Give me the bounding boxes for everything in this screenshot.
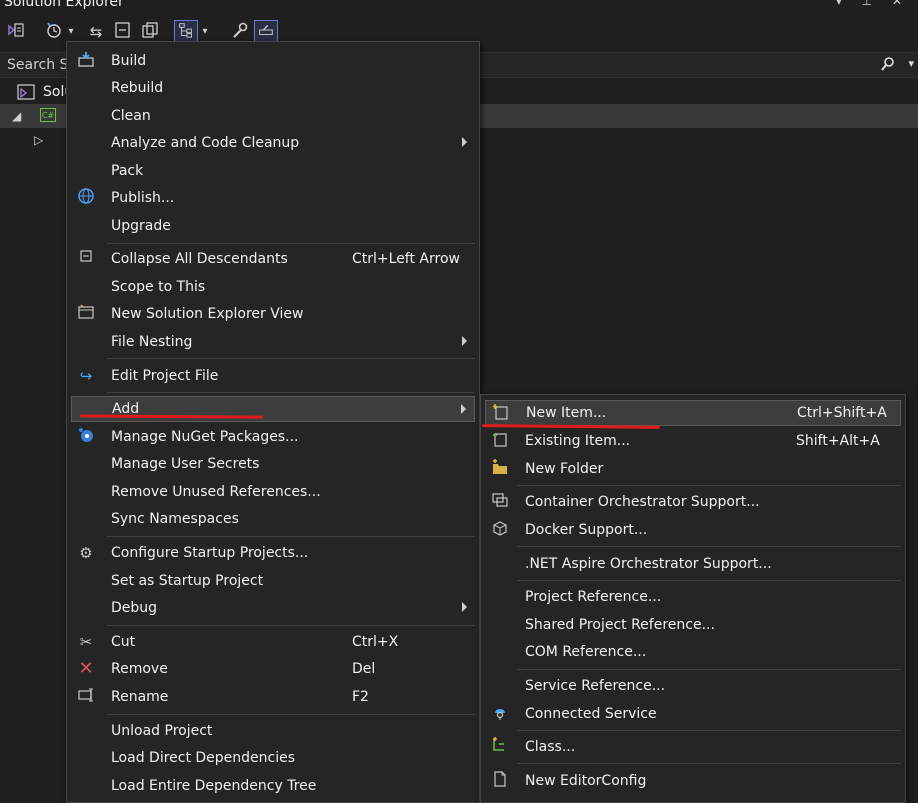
submenu-item-container-orchestrator[interactable]: Container Orchestrator Support...	[485, 489, 901, 515]
menu-item-cut[interactable]: ✂ Cut Ctrl+X	[71, 629, 475, 655]
menu-separator	[517, 485, 901, 486]
menu-separator	[517, 580, 901, 581]
submenu-arrow-icon	[462, 336, 467, 346]
remove-x-icon: ✕	[78, 658, 94, 679]
new-folder-icon	[489, 458, 511, 480]
menu-separator	[107, 392, 475, 393]
menu-item-set-startup[interactable]: Set as Startup Project	[71, 568, 475, 594]
search-icon[interactable]	[880, 56, 896, 76]
menu-item-nuget[interactable]: Manage NuGet Packages...	[71, 424, 475, 450]
new-window-icon	[75, 303, 97, 325]
menu-item-load-entire[interactable]: Load Entire Dependency Tree	[71, 773, 475, 799]
expand-triangle-icon[interactable]: ◢	[12, 109, 21, 123]
menu-item-debug[interactable]: Debug	[71, 595, 475, 621]
nuget-icon	[75, 426, 97, 448]
menu-item-unload[interactable]: Unload Project	[71, 718, 475, 744]
menu-separator	[517, 763, 901, 764]
menu-separator	[107, 243, 475, 244]
add-submenu: New Item... Ctrl+Shift+A Existing Item..…	[480, 394, 906, 803]
scissors-icon: ✂	[79, 633, 93, 651]
rename-icon	[75, 686, 97, 708]
globe-icon	[75, 187, 97, 209]
docker-icon	[489, 519, 511, 541]
menu-item-build[interactable]: Build	[71, 48, 475, 74]
submenu-item-existing-item[interactable]: Existing Item... Shift+Alt+A	[485, 428, 901, 454]
menu-item-user-secrets[interactable]: Manage User Secrets	[71, 451, 475, 477]
submenu-item-docker[interactable]: Docker Support...	[485, 517, 901, 543]
menu-item-edit-project[interactable]: ↪ Edit Project File	[71, 363, 475, 389]
submenu-item-aspire[interactable]: .NET Aspire Orchestrator Support...	[485, 551, 901, 577]
menu-item-collapse-all[interactable]: Collapse All Descendants Ctrl+Left Arrow	[71, 246, 475, 272]
title-bar: Solution Explorer ▾ ⊥ ✕	[0, 0, 918, 12]
submenu-item-connected-service[interactable]: Connected Service	[485, 701, 901, 727]
menu-item-upgrade[interactable]: Upgrade	[71, 213, 475, 239]
menu-separator	[107, 536, 475, 537]
menu-separator	[107, 358, 475, 359]
menu-item-new-view[interactable]: New Solution Explorer View	[71, 301, 475, 327]
menu-item-rename[interactable]: Rename F2	[71, 684, 475, 710]
vs-home-icon[interactable]	[4, 20, 28, 44]
window-controls[interactable]: ▾ ⊥ ✕	[836, 0, 910, 8]
menu-separator	[517, 669, 901, 670]
menu-item-add[interactable]: Add	[71, 396, 475, 422]
menu-item-load-direct[interactable]: Load Direct Dependencies	[71, 745, 475, 771]
csharp-project-icon: C#	[40, 108, 56, 122]
window-title: Solution Explorer	[4, 0, 124, 10]
gear-icon: ⚙	[79, 544, 93, 562]
submenu-arrow-icon	[462, 137, 467, 147]
submenu-item-class[interactable]: Class...	[485, 734, 901, 760]
menu-separator	[107, 714, 475, 715]
menu-item-sync-namespaces[interactable]: Sync Namespaces	[71, 506, 475, 532]
submenu-item-new-folder[interactable]: New Folder	[485, 456, 901, 482]
menu-item-remove-unused[interactable]: Remove Unused References...	[71, 479, 475, 505]
menu-item-scope[interactable]: Scope to This	[71, 274, 475, 300]
collapsed-triangle-icon[interactable]: ▷	[34, 133, 43, 147]
menu-item-clean[interactable]: Clean	[71, 103, 475, 129]
submenu-item-project-reference[interactable]: Project Reference...	[485, 584, 901, 610]
chevron-down-icon[interactable]: ▾	[908, 57, 914, 70]
history-icon[interactable]	[42, 20, 66, 44]
menu-item-remove[interactable]: ✕ Remove Del	[71, 656, 475, 682]
submenu-item-service-reference[interactable]: Service Reference...	[485, 673, 901, 699]
submenu-item-shared-project-reference[interactable]: Shared Project Reference...	[485, 612, 901, 638]
menu-separator	[107, 625, 475, 626]
menu-item-rebuild[interactable]: Rebuild	[71, 75, 475, 101]
existing-item-icon	[489, 430, 511, 452]
submenu-arrow-icon	[461, 404, 466, 414]
menu-item-file-nesting[interactable]: File Nesting	[71, 329, 475, 355]
submenu-item-editorconfig[interactable]: New EditorConfig	[485, 768, 901, 794]
submenu-item-new-item[interactable]: New Item... Ctrl+Shift+A	[485, 400, 901, 426]
new-item-icon	[490, 403, 512, 425]
collapse-icon	[75, 248, 97, 270]
edit-arrow-icon: ↪	[79, 367, 93, 385]
solution-icon	[17, 83, 35, 105]
menu-separator	[517, 730, 901, 731]
document-icon	[489, 770, 511, 792]
menu-item-configure-startup[interactable]: ⚙ Configure Startup Projects...	[71, 540, 475, 566]
menu-item-pack[interactable]: Pack	[71, 158, 475, 184]
menu-item-analyze[interactable]: Analyze and Code Cleanup	[71, 130, 475, 156]
menu-item-publish[interactable]: Publish...	[71, 185, 475, 211]
menu-separator	[517, 546, 901, 547]
submenu-item-com-reference[interactable]: COM Reference...	[485, 639, 901, 665]
connected-service-icon	[489, 703, 511, 725]
context-menu: Build Rebuild Clean Analyze and Code Cle…	[66, 41, 480, 803]
container-icon	[489, 491, 511, 513]
submenu-arrow-icon	[462, 602, 467, 612]
build-icon	[75, 50, 97, 72]
class-icon	[489, 736, 511, 758]
